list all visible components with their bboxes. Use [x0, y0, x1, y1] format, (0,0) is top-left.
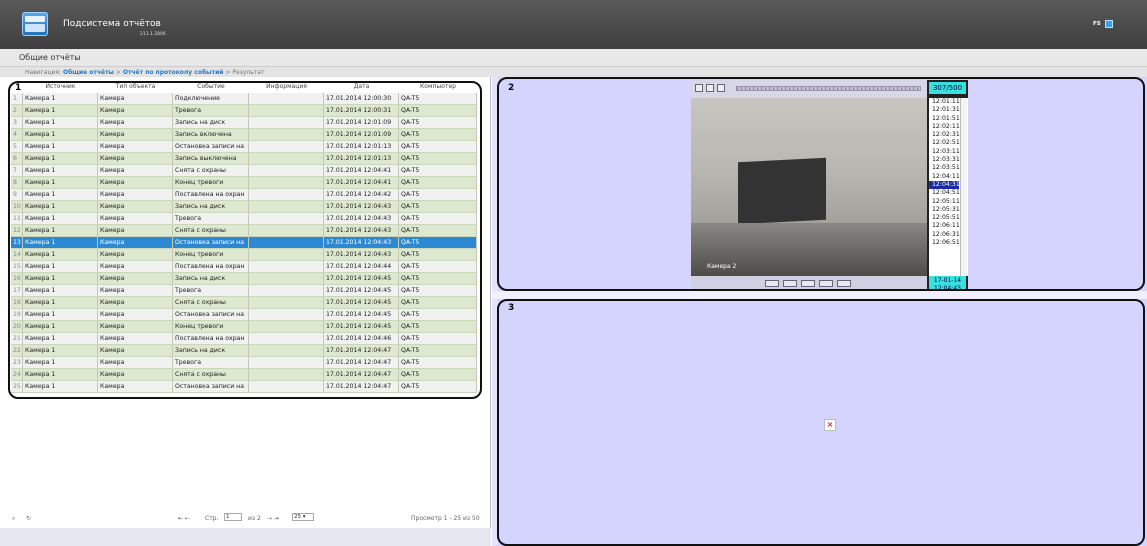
page-input[interactable]: 1 [224, 513, 242, 521]
callout-number-3: 3 [508, 303, 515, 313]
menu-item-general-reports[interactable]: Общие отчёты [19, 53, 81, 62]
breadcrumb-current: Результат [232, 69, 265, 76]
viewer-pane: Камера 2 307/500 12:01:11 12:01:31 12:01:5… [492, 77, 1147, 546]
user-name[interactable]: FS [1093, 21, 1101, 27]
breadcrumb-sep: > [225, 69, 231, 76]
app-version: 211.1.2806 [140, 32, 166, 37]
app-title: Подсистема отчётов [63, 19, 161, 29]
refresh-icon[interactable]: ↻ [26, 515, 31, 522]
next-page-icon[interactable]: ⇢ ⇥ [267, 515, 279, 522]
callout-number-2: 2 [508, 83, 515, 93]
pane-splitter[interactable] [492, 291, 1147, 299]
first-page-icon[interactable]: ⇤ ⇠ [178, 515, 190, 522]
footer-bar [0, 528, 491, 546]
breadcrumb-prefix: Навигация: [25, 69, 62, 76]
breadcrumb: Навигация: Общие отчёты > Отчёт по прото… [0, 67, 1147, 77]
top-bar: Подсистема отчётов 211.1.2806 FS [0, 0, 1147, 49]
page-total: из 2 [248, 515, 261, 522]
search-icon[interactable]: ⌕ [12, 515, 15, 523]
results-pane: Источник Тип объекта Событие Информация … [0, 77, 491, 546]
callout-frame-2 [497, 77, 1145, 291]
callout-frame-3 [497, 299, 1145, 546]
user-icon[interactable] [1105, 20, 1113, 28]
breadcrumb-link-event-report[interactable]: Отчёт по протоколу событий [123, 69, 224, 76]
page-size-select[interactable]: 25 ▾ [292, 513, 314, 521]
menu-bar: Общие отчёты [0, 49, 1147, 67]
callout-frame-1 [8, 81, 482, 399]
breadcrumb-sep: > [115, 69, 121, 76]
pager: ⌕ ↻ ⇤ ⇠ Стр. 1 из 2 ⇢ ⇥ 25 ▾ Просмотр 1 … [0, 510, 491, 528]
app-logo-icon [22, 12, 48, 36]
breadcrumb-link-general-reports[interactable]: Общие отчёты [63, 69, 114, 76]
pager-summary: Просмотр 1 - 25 из 50 [411, 515, 480, 522]
page-label: Стр. [205, 515, 219, 522]
callout-number-1: 1 [15, 83, 22, 93]
page-size-value: 25 [294, 514, 301, 520]
